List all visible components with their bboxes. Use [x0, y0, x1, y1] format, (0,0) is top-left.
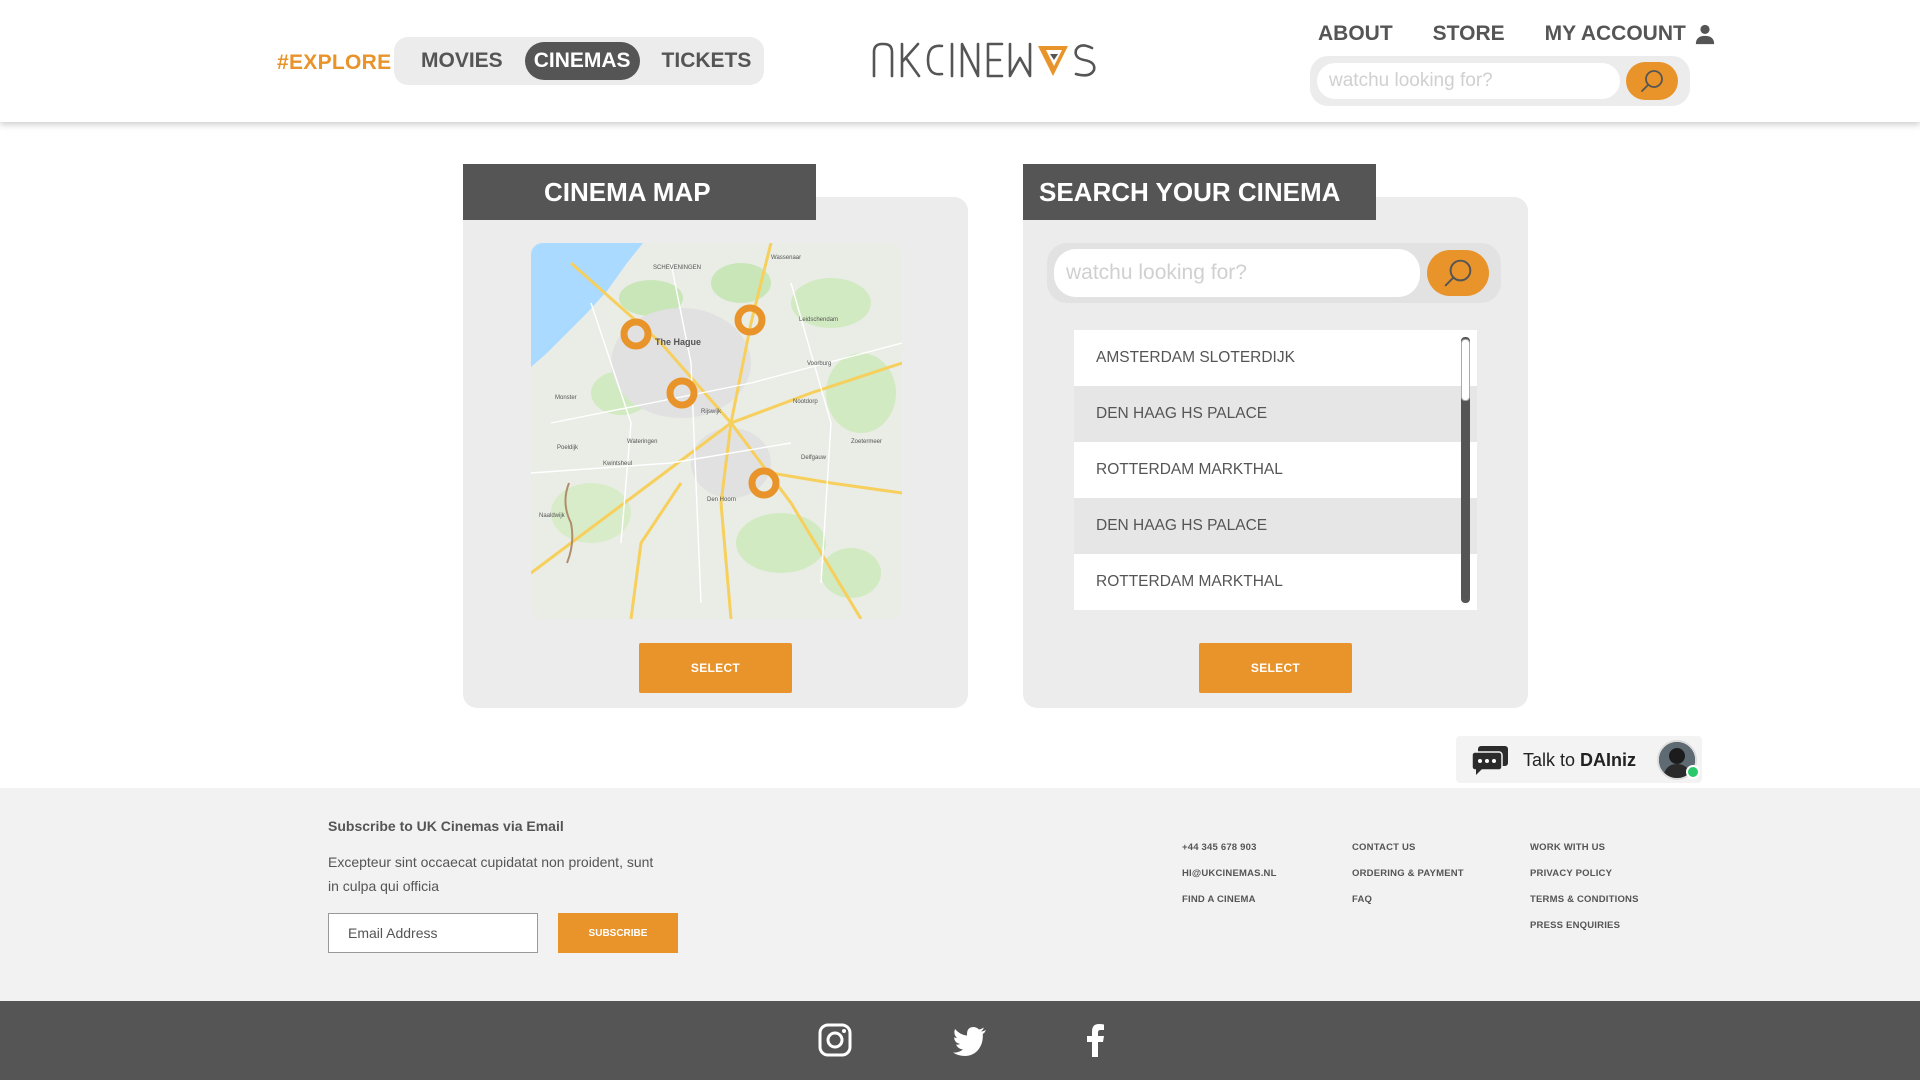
- map-label-voorburg: Voorburg: [807, 361, 831, 367]
- subscribe-description: Excepteur sint occaecat cupidatat non pr…: [328, 854, 654, 894]
- about-link[interactable]: ABOUT: [1318, 22, 1393, 46]
- map-label-naaldwijk: Naaldwijk: [539, 513, 566, 519]
- map-label-nootdorp: Nootdorp: [793, 399, 818, 405]
- instagram-icon[interactable]: [817, 1022, 853, 1058]
- top-links: ABOUT STORE MY ACCOUNT: [1318, 22, 1716, 46]
- store-link[interactable]: STORE: [1433, 22, 1505, 46]
- footer-contact-link[interactable]: CONTACT US: [1352, 842, 1416, 853]
- footer-ordering-link[interactable]: ORDERING & PAYMENT: [1352, 868, 1464, 879]
- map-label-city: The Hague: [655, 337, 701, 347]
- cinema-list-scroll-thumb[interactable]: [1461, 339, 1470, 401]
- nav-tickets[interactable]: TICKETS: [653, 42, 761, 80]
- search-icon: [1641, 70, 1663, 92]
- map-select-button[interactable]: SELECT: [639, 643, 792, 693]
- footer-work-link[interactable]: WORK WITH US: [1530, 842, 1605, 853]
- email-field[interactable]: [328, 913, 538, 953]
- cinema-map-title: CINEMA MAP: [463, 164, 816, 220]
- subscribe-title: Subscribe to UK Cinemas via Email: [328, 818, 564, 834]
- map-label-leidschendam: Leidschendam: [799, 317, 838, 323]
- footer-terms-link[interactable]: TERMS & CONDITIONS: [1530, 894, 1639, 905]
- chat-icon: [1471, 746, 1508, 775]
- list-item[interactable]: DEN HAAG HS PALACE: [1074, 386, 1477, 442]
- list-item[interactable]: ROTTERDAM MARKTHAL: [1074, 554, 1477, 610]
- footer-find-cinema-link[interactable]: FIND A CINEMA: [1182, 894, 1256, 905]
- nav-movies[interactable]: MOVIES: [412, 42, 512, 80]
- map-label-kwintsheul: Kwintsheul: [603, 461, 632, 467]
- search-icon: [1444, 259, 1472, 287]
- my-account-link[interactable]: MY ACCOUNT: [1545, 22, 1686, 46]
- map-label-scheveningen: SCHEVENINGEN: [653, 265, 701, 271]
- list-item[interactable]: AMSTERDAM SLOTERDIJK: [1074, 330, 1477, 386]
- footer-phone-link[interactable]: +44 345 678 903: [1182, 842, 1257, 853]
- footer-email-link[interactable]: HI@UKCINEMAS.NL: [1182, 868, 1277, 879]
- list-item[interactable]: ROTTERDAM MARKTHAL: [1074, 442, 1477, 498]
- cinema-select-button[interactable]: SELECT: [1199, 643, 1352, 693]
- map-label-den-hoorn: Den Hoorn: [707, 497, 736, 503]
- explore-label: #EXPLORE: [277, 51, 392, 74]
- site-header: #EXPLORE MOVIES CINEMAS TICKETS ABOUT ST…: [0, 0, 1920, 122]
- footer-press-link[interactable]: PRESS ENQUIRIES: [1530, 920, 1620, 931]
- cinema-list: AMSTERDAM SLOTERDIJK DEN HAAG HS PALACE …: [1074, 330, 1477, 610]
- cinema-map[interactable]: The Hague SCHEVENINGEN Wassenaar Leidsch…: [531, 243, 902, 619]
- footer-privacy-link[interactable]: PRIVACY POLICY: [1530, 868, 1612, 879]
- main-nav: MOVIES CINEMAS TICKETS: [394, 37, 764, 85]
- chat-name: DAIniz: [1580, 750, 1637, 770]
- chat-prefix: Talk to: [1523, 750, 1581, 770]
- site-logo[interactable]: [870, 40, 1120, 82]
- cinema-search-button[interactable]: [1427, 250, 1489, 296]
- map-label-zoetermeer: Zoetermeer: [851, 439, 882, 445]
- map-label-rijswijk: Rijswijk: [701, 409, 722, 415]
- header-search-button[interactable]: [1626, 62, 1678, 100]
- cinema-search-input[interactable]: [1054, 249, 1420, 297]
- footer-faq-link[interactable]: FAQ: [1352, 894, 1372, 905]
- subscribe-button[interactable]: SUBSCRIBE: [558, 913, 678, 953]
- twitter-icon[interactable]: [952, 1022, 988, 1058]
- map-label-monster: Monster: [555, 395, 577, 401]
- online-status-indicator: [1686, 765, 1700, 779]
- list-item[interactable]: DEN HAAG HS PALACE: [1074, 498, 1477, 554]
- map-label-poeldijk: Poeldijk: [557, 445, 579, 451]
- map-label-delfgauw: Delfgauw: [801, 455, 827, 461]
- chat-label: Talk to DAIniz: [1523, 750, 1636, 771]
- map-label-wassenaar: Wassenaar: [771, 255, 801, 261]
- map-label-wateringen: Wateringen: [627, 439, 657, 445]
- user-icon[interactable]: [1694, 23, 1716, 45]
- header-search: [1310, 56, 1690, 106]
- header-search-input[interactable]: [1317, 63, 1620, 99]
- nav-cinemas[interactable]: CINEMAS: [524, 42, 640, 80]
- search-cinema-title: SEARCH YOUR CINEMA: [1023, 164, 1376, 220]
- map-graphic: The Hague SCHEVENINGEN Wassenaar Leidsch…: [531, 243, 902, 619]
- facebook-icon[interactable]: [1078, 1022, 1114, 1058]
- cinema-search: [1047, 243, 1501, 303]
- chat-widget[interactable]: Talk to DAIniz: [1456, 736, 1702, 783]
